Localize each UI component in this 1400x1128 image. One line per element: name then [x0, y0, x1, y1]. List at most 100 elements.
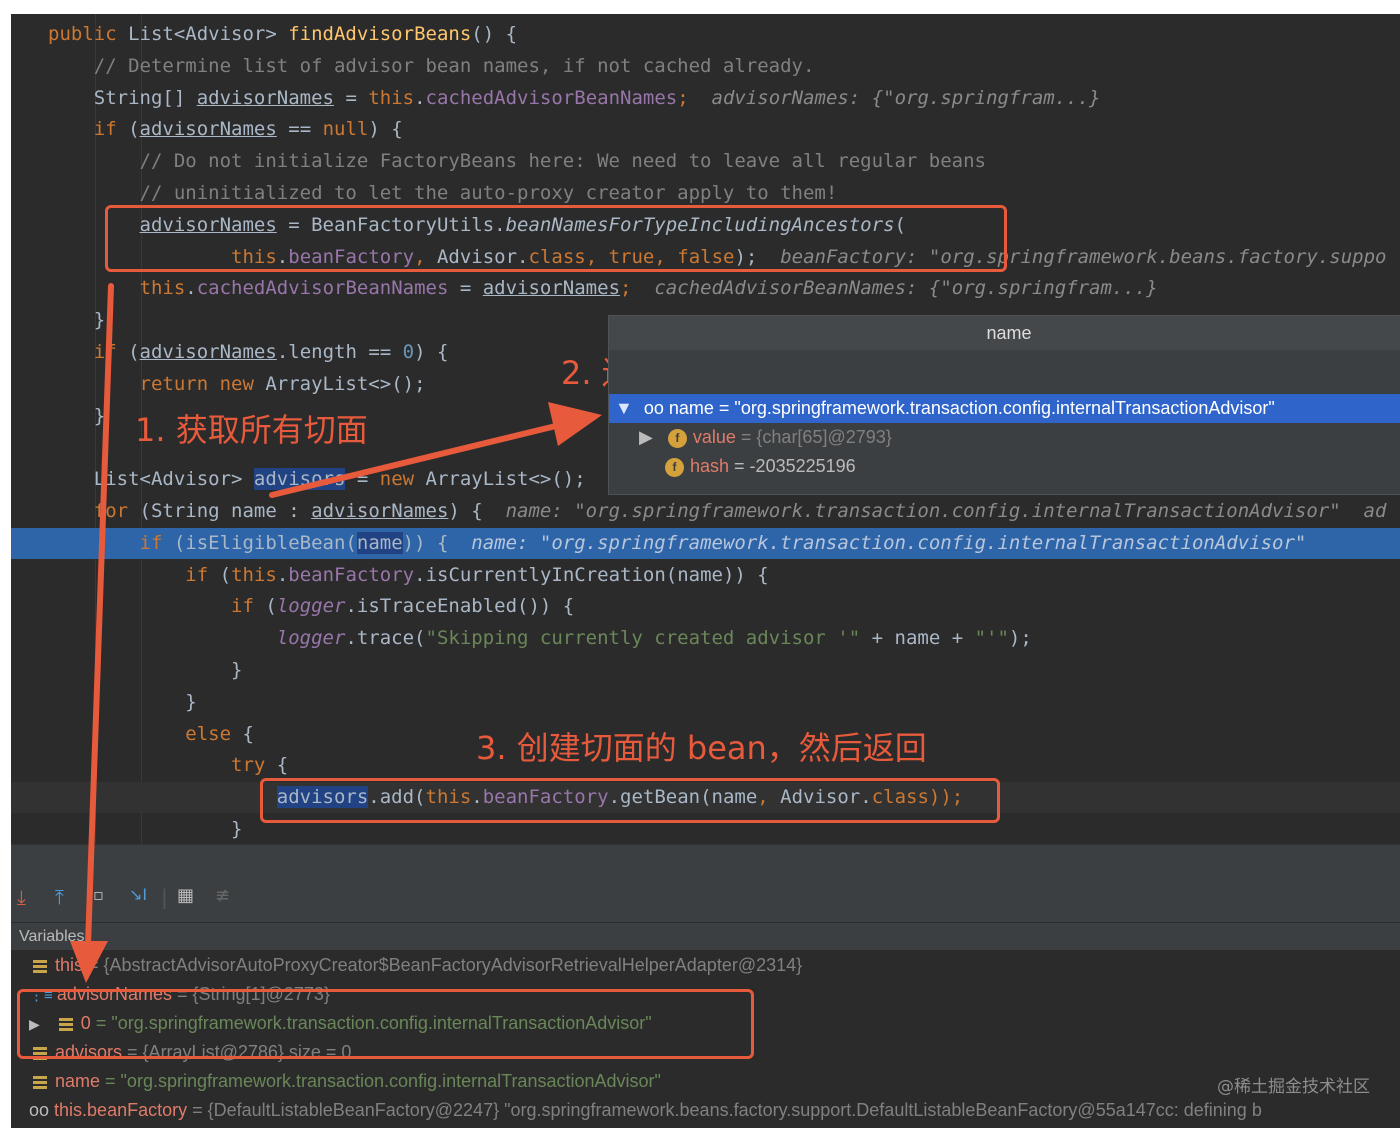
code-token: findAdvisorBeans [288, 23, 472, 45]
popup-value-value: = {char[65]@2793} [735, 427, 892, 447]
code-token: . [276, 563, 289, 586]
variables-panel[interactable]: this = {AbstractAdvisorAutoProxyCreator$… [11, 950, 1400, 1128]
code-token: if [93, 118, 129, 141]
code-token: == [276, 118, 323, 141]
run-to-cursor-icon[interactable]: ↘I [129, 885, 147, 904]
code-token: if [93, 341, 129, 363]
code-token: this [139, 277, 186, 300]
code-token: )) { [402, 531, 449, 554]
code-token: // Determine list of advisor bean names,… [93, 54, 815, 77]
popup-hash-value: = -2035225196 [729, 456, 856, 476]
annotation-step1: 1. 获取所有切面 [135, 411, 368, 449]
code-line[interactable]: // Determine list of advisor bean names,… [11, 51, 1400, 82]
expand-triangle-icon[interactable]: ▼ [615, 398, 633, 418]
step-into-icon[interactable]: ⤓ [17, 885, 26, 909]
code-token: ArrayList<>(); [425, 468, 586, 491]
field-icon: f [667, 428, 687, 448]
expand-triangle-icon[interactable]: ▶ [639, 427, 653, 447]
execution-point-line[interactable]: if (isEligibleBean(name)) { name: "org.s… [11, 527, 1400, 559]
code-token: return new [139, 372, 266, 395]
code-token: . [185, 277, 197, 300]
popup-name-value: = "org.springframework.transaction.confi… [713, 398, 1275, 418]
code-line[interactable]: for (String name : advisorNames) { name:… [11, 496, 1400, 527]
code-token: "Skipping currently created advisor '" [425, 627, 861, 650]
code-line[interactable]: if (this.beanFactory.isCurrentlyInCreati… [11, 560, 1400, 591]
variable-name: name [55, 1071, 101, 1091]
code-token: ( [128, 341, 140, 363]
code-token: .length == [276, 341, 403, 363]
code-token: ) { [414, 341, 449, 363]
code-token: name: "org.springframework.transaction.c… [482, 500, 1387, 522]
watch-glasses-icon: oo [643, 398, 664, 418]
variable-icon [33, 1075, 47, 1089]
code-token: null [322, 118, 369, 141]
code-line[interactable]: if (advisorNames == null) { [11, 114, 1400, 145]
code-token: ; [620, 277, 632, 300]
watermark: @稀土掘金技术社区 [1217, 1077, 1370, 1097]
trace-stream-icon[interactable]: ≢ [215, 885, 230, 906]
code-token: .isTraceEnabled()) { [345, 595, 575, 618]
code-line[interactable]: logger.trace("Skipping currently created… [11, 623, 1400, 654]
code-token: } [48, 818, 243, 840]
code-token: cachedAdvisorBeanNames: {"org.springfram… [631, 277, 1158, 300]
code-token: "'" [974, 627, 1009, 650]
variable-icon [33, 959, 47, 973]
popup-row-hash[interactable]: f hash = -2035225196 [609, 452, 1400, 481]
code-line[interactable]: this.cachedAdvisorBeanNames = advisorNam… [11, 273, 1400, 304]
code-token: . [414, 86, 426, 109]
code-token: public [48, 23, 129, 45]
code-line[interactable]: String[] advisorNames = this.cachedAdvis… [11, 83, 1400, 114]
code-token: advisorNames [311, 500, 449, 522]
code-token: // Do not initialize FactoryBeans here: … [139, 150, 986, 173]
code-line[interactable]: if (logger.isTraceEnabled()) { [11, 591, 1400, 622]
code-token: ; [677, 86, 689, 109]
code-token: = [345, 468, 380, 491]
code-token: beanFactory [288, 563, 415, 586]
code-line[interactable]: } [11, 687, 1400, 718]
variable-row-this[interactable]: this = {AbstractAdvisorAutoProxyCreator$… [11, 951, 1400, 980]
code-token: + name + [860, 627, 975, 650]
code-token: } [48, 309, 106, 332]
code-token: advisorNames: {"org.springfram...} [688, 86, 1101, 109]
variable-row-beanFactory[interactable]: oo this.beanFactory = {DefaultListableBe… [11, 1096, 1400, 1125]
evaluate-expression-icon[interactable]: ▦ [177, 885, 194, 906]
step-out-icon[interactable]: ⤒ [55, 885, 64, 909]
code-token: .trace( [345, 627, 426, 650]
popup-row-name[interactable]: ▼ oo name = "org.springframework.transac… [609, 394, 1400, 423]
popup-hash-label: hash [690, 456, 730, 476]
code-line[interactable]: } [11, 655, 1400, 686]
field-icon: f [665, 457, 684, 477]
variable-name: this.beanFactory [54, 1100, 188, 1120]
code-line[interactable]: // Do not initialize FactoryBeans here: … [11, 146, 1400, 177]
code-token: ( [219, 563, 232, 586]
variable-value: = {AbstractAdvisorAutoProxyCreator$BeanF… [83, 955, 803, 975]
code-line[interactable]: public List<Advisor> findAdvisorBeans() … [11, 19, 1400, 50]
code-token: List<Advisor> [48, 468, 254, 491]
code-token: = [334, 86, 369, 109]
code-token: ) { [448, 500, 483, 522]
code-token: ( [265, 595, 277, 618]
drop-frame-icon[interactable]: ▫ [93, 885, 104, 904]
highlight-box-get-names [105, 205, 1007, 272]
code-token: String[] [48, 86, 197, 109]
variable-row-name[interactable]: name = "org.springframework.transaction.… [11, 1067, 1400, 1096]
code-token: List<Advisor> [128, 23, 289, 45]
annotation-step3: 3. 创建切面的 bean，然后返回 [476, 729, 927, 767]
code-token: advisors [253, 468, 346, 491]
popup-header: name [609, 316, 1400, 350]
popup-name-label: name [668, 398, 714, 418]
popup-row-value[interactable]: ▶ f value = {char[65]@2793} [609, 423, 1400, 452]
code-token: try [231, 754, 277, 777]
code-token: name [356, 531, 403, 554]
code-token: // uninitialized to let the auto-proxy c… [139, 182, 838, 204]
variable-popup[interactable]: name ▼ oo name = "org.springframework.tr… [608, 315, 1400, 495]
code-token: { [276, 754, 289, 777]
